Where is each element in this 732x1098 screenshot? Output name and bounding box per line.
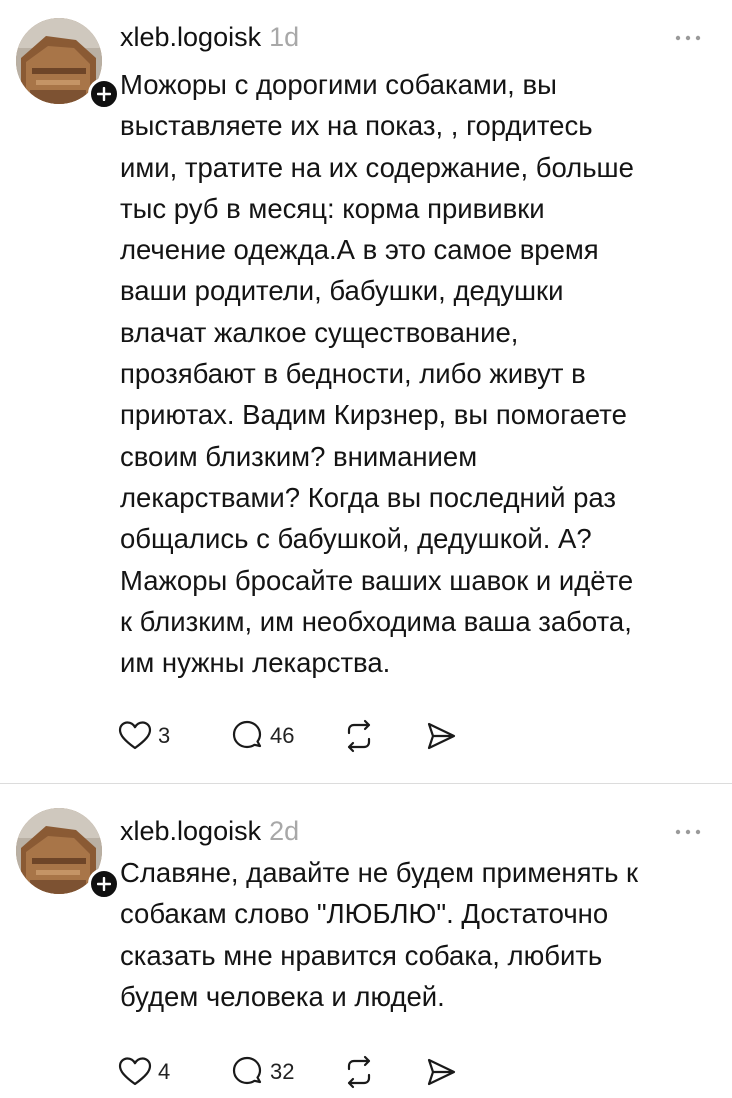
username-link[interactable]: xleb.logoisk xyxy=(120,816,261,846)
post-text: Славяне, давайте не будем применять к со… xyxy=(120,857,639,1012)
reply-button[interactable]: 32 xyxy=(230,1052,342,1092)
post-header: xleb.logoisk 2d xyxy=(120,814,299,848)
avatar-container xyxy=(16,808,120,900)
post-text: Можоры с дорогими собаками, вы выставляе… xyxy=(120,69,634,679)
follow-button[interactable] xyxy=(88,868,120,900)
reply-button[interactable]: 46 xyxy=(230,716,342,756)
reply-count: 32 xyxy=(270,1059,295,1084)
send-icon xyxy=(427,722,456,750)
repost-button[interactable] xyxy=(342,1052,424,1092)
ellipsis-icon xyxy=(675,829,701,835)
thread-post: xleb.logoisk 1d Можоры с дорогими собакам… xyxy=(0,0,732,784)
share-button[interactable] xyxy=(424,716,484,756)
more-options-button[interactable] xyxy=(670,28,706,48)
like-count: 4 xyxy=(158,1059,171,1084)
username-link[interactable]: xleb.logoisk xyxy=(120,22,261,52)
like-count: 3 xyxy=(158,723,171,748)
timestamp: 1d xyxy=(269,22,300,52)
like-button[interactable]: 4 xyxy=(118,1052,230,1092)
like-button[interactable]: 3 xyxy=(118,716,230,756)
heart-icon xyxy=(118,1057,152,1086)
action-bar: 4 32 xyxy=(118,1052,484,1092)
thread-post: xleb.logoisk 2d Славяне, давайте не будем… xyxy=(0,786,732,1098)
follow-button[interactable] xyxy=(88,78,120,110)
repost-arrows-icon xyxy=(347,1055,371,1089)
send-icon xyxy=(427,1058,456,1086)
post-header: xleb.logoisk 1d xyxy=(120,20,299,54)
avatar-container xyxy=(16,18,120,110)
share-button[interactable] xyxy=(424,1052,484,1092)
timestamp: 2d xyxy=(269,816,300,846)
repost-button[interactable] xyxy=(342,716,424,756)
reply-count: 46 xyxy=(270,723,295,748)
action-bar: 3 46 xyxy=(118,716,484,756)
repost-arrows-icon xyxy=(347,719,371,753)
speech-bubble-icon xyxy=(232,720,262,749)
speech-bubble-icon xyxy=(232,1056,262,1085)
more-options-button[interactable] xyxy=(670,822,706,842)
ellipsis-icon xyxy=(675,35,701,41)
post-divider xyxy=(0,783,732,784)
heart-icon xyxy=(118,721,152,750)
plus-icon xyxy=(97,877,111,891)
plus-icon xyxy=(97,87,111,101)
